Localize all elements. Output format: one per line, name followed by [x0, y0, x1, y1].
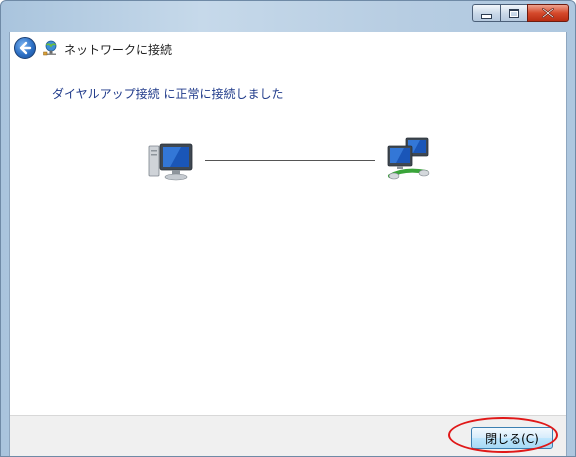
navigation-bar: ネットワークに接続 [10, 32, 566, 66]
minimize-button[interactable] [472, 4, 500, 22]
computer-icon [148, 143, 193, 181]
network-connection-icon [387, 137, 430, 180]
back-arrow-icon [19, 41, 32, 55]
network-icon [43, 40, 57, 56]
close-icon [542, 8, 554, 18]
caption-buttons [472, 4, 569, 22]
connection-line [205, 160, 375, 161]
close-button[interactable]: 閉じる(C) [471, 427, 553, 449]
wizard-content: ネットワークに接続 ダイヤルアップ接続 に正常に接続しました 閉じる(C) [9, 32, 567, 456]
window-title: ネットワークに接続 [64, 43, 173, 57]
close-window-button[interactable] [527, 4, 569, 22]
wizard-window: ネットワークに接続 ダイヤルアップ接続 に正常に接続しました 閉じる(C) [0, 0, 576, 457]
back-button[interactable] [14, 37, 36, 59]
wizard-footer: 閉じる(C) [10, 415, 566, 456]
title-bar[interactable] [1, 1, 575, 33]
maximize-icon [509, 8, 519, 18]
minimize-icon [481, 13, 492, 19]
maximize-button[interactable] [500, 4, 527, 22]
status-heading: ダイヤルアップ接続 に正常に接続しました [52, 87, 284, 101]
